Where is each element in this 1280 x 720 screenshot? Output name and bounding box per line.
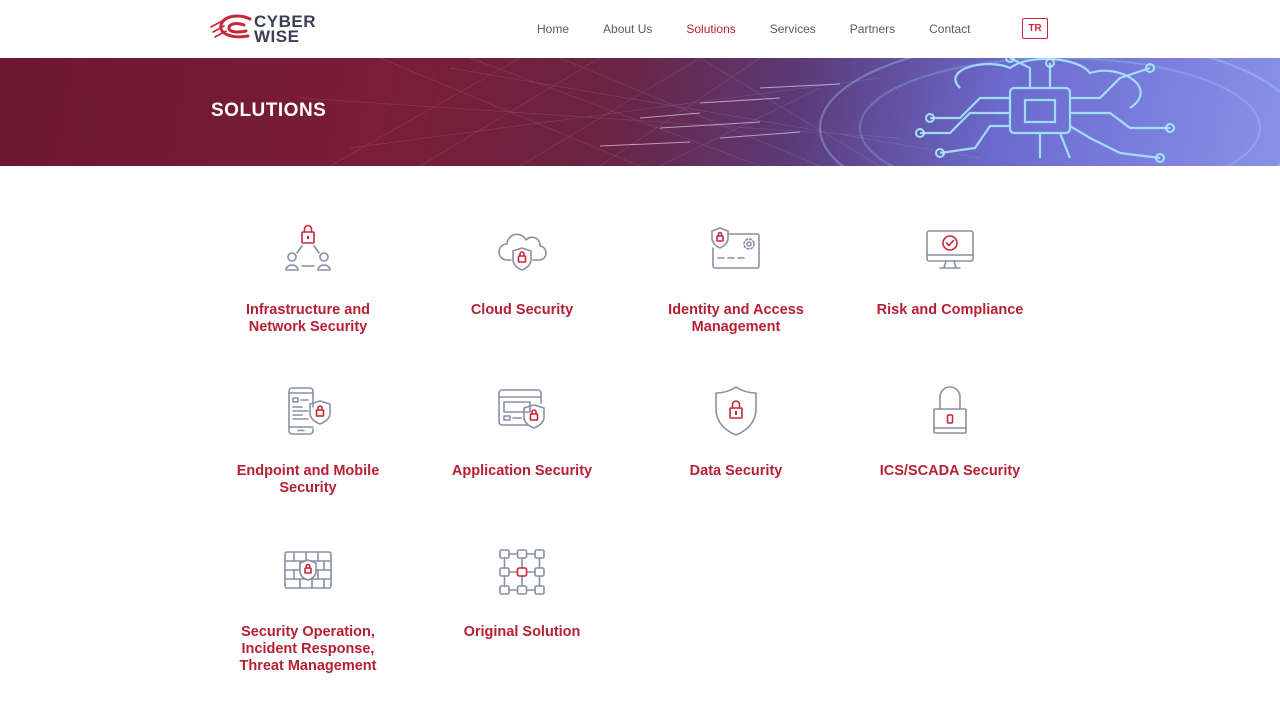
site-header: CYBER WISE Home About Us Solutions Servi… <box>0 0 1280 58</box>
solution-security-operation[interactable]: Security Operation, Incident Response, T… <box>208 544 408 675</box>
solution-infrastructure-network-security[interactable]: Infrastructure and Network Security <box>208 222 408 336</box>
solution-label: Endpoint and Mobile Security <box>236 463 380 496</box>
nav-about-us[interactable]: About Us <box>603 22 652 36</box>
id-card-icon <box>711 227 760 269</box>
solution-label: Security Operation, Incident Response, T… <box>239 624 377 674</box>
solution-risk-compliance[interactable]: Risk and Compliance <box>850 222 1050 319</box>
network-lock-icon <box>285 224 331 271</box>
solution-identity-access-management[interactable]: Identity and Access Management <box>636 222 836 336</box>
solution-ics-scada-security[interactable]: ICS/SCADA Security <box>850 383 1050 480</box>
node-grid-icon <box>499 549 545 595</box>
nav-partners[interactable]: Partners <box>850 22 895 36</box>
nav-solutions[interactable]: Solutions <box>686 22 735 36</box>
shield-lock-icon <box>715 386 757 436</box>
solution-label: Original Solution <box>463 624 581 640</box>
main-nav: Home About Us Solutions Services Partner… <box>520 0 987 58</box>
brand-line-2: WISE <box>254 27 300 46</box>
solution-label: Cloud Security <box>470 302 574 318</box>
cloud-shield-icon <box>498 233 547 271</box>
solution-label: ICS/SCADA Security <box>879 463 1021 479</box>
solution-application-security[interactable]: Application Security <box>422 383 622 480</box>
nav-contact[interactable]: Contact <box>929 22 970 36</box>
solution-label: Risk and Compliance <box>876 302 1024 318</box>
page-title: SOLUTIONS <box>211 100 327 121</box>
page-banner: SOLUTIONS <box>0 58 1280 166</box>
solution-data-security[interactable]: Data Security <box>636 383 836 480</box>
mobile-shield-icon <box>288 387 331 435</box>
solution-label: Data Security <box>689 463 783 479</box>
app-window-shield-icon <box>498 389 545 429</box>
firewall-lock-icon <box>284 551 332 589</box>
language-switch-button[interactable]: TR <box>1022 18 1048 39</box>
solution-label: Infrastructure and Network Security <box>245 302 371 335</box>
brand-logo[interactable]: CYBER WISE <box>210 13 330 45</box>
logo-mark-icon <box>210 14 252 39</box>
monitor-check-icon <box>926 230 974 269</box>
circuit-background-image <box>299 58 1280 166</box>
solution-label: Application Security <box>451 463 593 479</box>
solution-endpoint-mobile-security[interactable]: Endpoint and Mobile Security <box>208 383 408 497</box>
solution-label: Identity and Access Management <box>668 302 804 335</box>
brand-wordmark: CYBER WISE <box>254 13 316 46</box>
solution-original-solution[interactable]: Original Solution <box>422 544 622 641</box>
nav-home[interactable]: Home <box>537 22 569 36</box>
padlock-icon <box>933 386 967 434</box>
solution-cloud-security[interactable]: Cloud Security <box>422 222 622 319</box>
nav-services[interactable]: Services <box>770 22 816 36</box>
